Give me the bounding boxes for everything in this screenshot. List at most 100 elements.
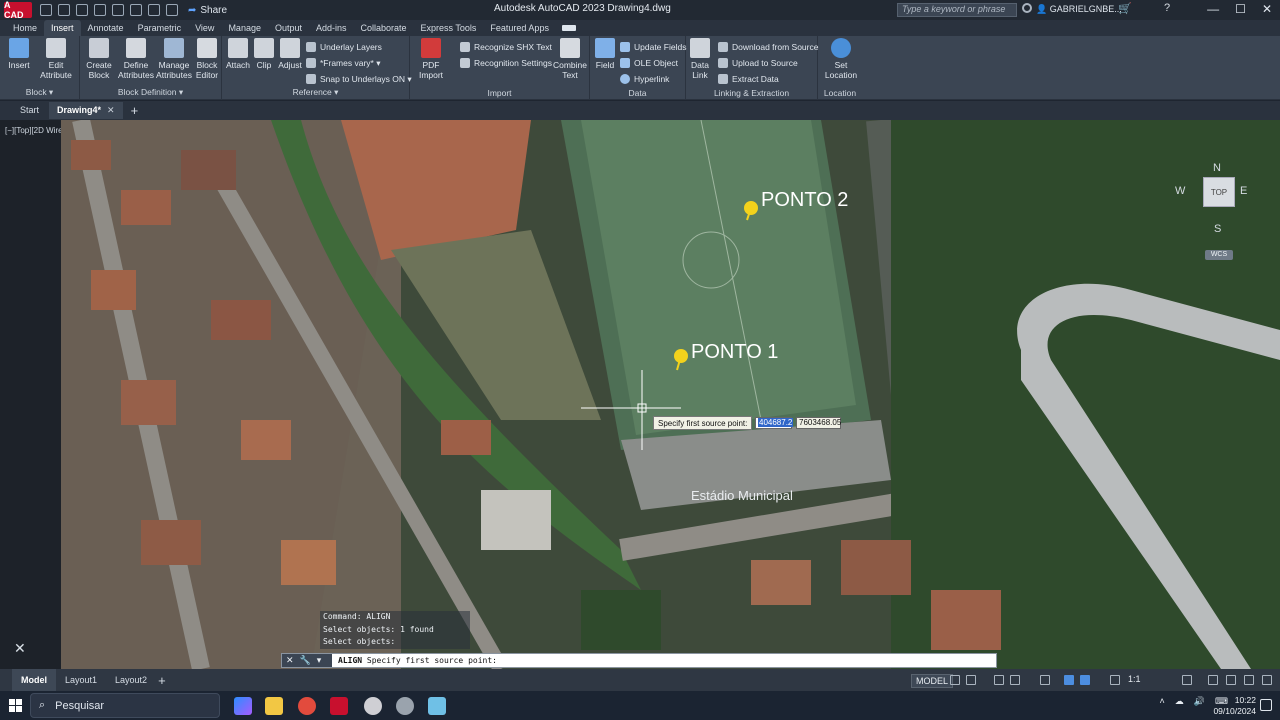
tab-parametric[interactable]: Parametric	[131, 20, 189, 36]
polar-icon[interactable]	[1010, 675, 1020, 685]
pdf-import-button[interactable]: PDF Import	[414, 38, 448, 80]
compass-east[interactable]: E	[1240, 185, 1247, 197]
plus-icon[interactable]	[1208, 675, 1218, 685]
close-command-icon[interactable]: ✕	[286, 655, 294, 666]
isodraft-icon[interactable]	[1040, 675, 1050, 685]
adjust-button[interactable]: Adjust	[276, 38, 304, 70]
compass-west[interactable]: W	[1175, 185, 1185, 197]
recognition-settings-button[interactable]: Recognition Settings	[460, 56, 552, 70]
grid-icon[interactable]	[950, 675, 960, 685]
close-button[interactable]: ✕	[1262, 2, 1272, 16]
cart-icon[interactable]: 🛒	[1118, 2, 1132, 15]
tab-manage[interactable]: Manage	[221, 20, 268, 36]
tab-express-tools[interactable]: Express Tools	[414, 20, 484, 36]
tab-output[interactable]: Output	[268, 20, 309, 36]
tab-featured-apps[interactable]: Featured Apps	[483, 20, 556, 36]
tab-home[interactable]: Home	[6, 20, 44, 36]
tab-insert[interactable]: Insert	[44, 20, 81, 36]
insert-button[interactable]: Insert	[2, 38, 36, 70]
annotation-visibility-icon[interactable]	[1110, 675, 1120, 685]
start-button[interactable]	[0, 691, 30, 720]
autocad-taskbar-icon[interactable]	[330, 697, 348, 715]
close-tab-icon[interactable]: ✕	[107, 105, 115, 115]
undo-icon[interactable]	[148, 4, 160, 16]
panel-label-block[interactable]: Block ▾	[0, 87, 79, 98]
edit-attribute-button[interactable]: Edit Attribute	[36, 38, 76, 80]
frames-vary-dropdown[interactable]: *Frames vary* ▾	[306, 56, 380, 70]
compass-south[interactable]: S	[1214, 223, 1221, 235]
close-panel-icon[interactable]: ✕	[14, 640, 26, 657]
drawing-area[interactable]: [−][Top][2D Wireframe] ✕ PONTO 2 PONTO 1…	[0, 120, 1280, 669]
search-input[interactable]: Type a keyword or phrase	[897, 3, 1017, 17]
network-icon[interactable]: ☁	[1175, 696, 1184, 707]
manage-attributes-button[interactable]: Manage Attributes	[156, 38, 192, 80]
object-snap-icon[interactable]	[1080, 675, 1090, 685]
volume-icon[interactable]: 🔊	[1194, 696, 1205, 707]
clean-screen-icon[interactable]	[1244, 675, 1254, 685]
panel-label-reference[interactable]: Reference ▾	[222, 87, 409, 98]
clip-button[interactable]: Clip	[252, 38, 276, 70]
upload-to-source-button[interactable]: Upload to Source	[718, 56, 798, 70]
hyperlink-button[interactable]: Hyperlink	[620, 72, 669, 86]
dynamic-input-x[interactable]: 404687.2	[755, 417, 794, 429]
data-link-button[interactable]: Data Link	[686, 38, 714, 80]
ortho-icon[interactable]	[994, 675, 1004, 685]
underlay-layers-button[interactable]: Underlay Layers	[306, 40, 382, 54]
annotation-scale[interactable]: 1:1	[1128, 674, 1141, 684]
snap-to-underlays-dropdown[interactable]: Snap to Underlays ON ▾	[306, 72, 412, 86]
dynamic-input-y[interactable]: 7603468.05	[796, 417, 841, 429]
system-clock[interactable]: 10:22 09/10/2024	[1213, 695, 1256, 717]
tab-add-ins[interactable]: Add-ins	[309, 20, 354, 36]
tab-collaborate[interactable]: Collaborate	[354, 20, 414, 36]
customization-icon[interactable]	[1262, 675, 1272, 685]
tab-view[interactable]: View	[188, 20, 221, 36]
model-space-button[interactable]: MODEL	[911, 674, 954, 688]
notifications-icon[interactable]	[1260, 699, 1272, 711]
hardware-acceleration-icon[interactable]	[1226, 675, 1236, 685]
wcs-menu[interactable]: WCS	[1205, 250, 1233, 260]
viewcube[interactable]: TOP	[1203, 177, 1235, 207]
tab-layout1[interactable]: Layout1	[56, 669, 106, 691]
tab-start[interactable]: Start	[12, 102, 47, 119]
app-icon-2[interactable]	[428, 697, 446, 715]
ole-object-button[interactable]: OLE Object	[620, 56, 678, 70]
maximize-button[interactable]: ☐	[1235, 2, 1246, 16]
open-icon[interactable]	[58, 4, 70, 16]
recognize-shx-button[interactable]: Recognize SHX Text	[460, 40, 552, 54]
file-explorer-icon[interactable]	[265, 697, 283, 715]
minimize-button[interactable]: —	[1207, 2, 1219, 16]
panel-label-block-definition[interactable]: Block Definition ▾	[80, 87, 221, 98]
field-button[interactable]: Field	[592, 38, 618, 70]
settings-icon[interactable]	[1182, 675, 1192, 685]
update-fields-button[interactable]: Update Fields	[620, 40, 686, 54]
chrome-icon[interactable]	[298, 697, 316, 715]
attach-button[interactable]: Attach	[224, 38, 252, 70]
search-icon[interactable]	[1022, 3, 1032, 13]
tab-model[interactable]: Model	[12, 669, 56, 691]
download-from-source-button[interactable]: Download from Source	[718, 40, 818, 54]
customize-icon[interactable]: 🔧	[300, 655, 311, 666]
block-editor-button[interactable]: Block Editor	[192, 38, 222, 80]
tray-chevron-icon[interactable]: ˄	[1160, 696, 1165, 707]
app-icon[interactable]	[396, 697, 414, 715]
create-block-button[interactable]: Create Block	[82, 38, 116, 80]
save-as-icon[interactable]	[94, 4, 106, 16]
ribbon-toggle-icon[interactable]	[561, 25, 576, 31]
share-button[interactable]: ➦ Share	[188, 5, 227, 16]
snap-mode-icon[interactable]	[966, 675, 976, 685]
save-icon[interactable]	[76, 4, 88, 16]
compass-north[interactable]: N	[1213, 162, 1221, 174]
recorder-icon[interactable]	[364, 697, 382, 715]
help-icon[interactable]: ?	[1164, 2, 1170, 14]
copilot-icon[interactable]	[234, 697, 252, 715]
autocad-app-icon[interactable]: A CAD	[4, 0, 32, 20]
user-account[interactable]: 👤 GABRIELGNBE...	[1036, 4, 1122, 15]
recent-commands-icon[interactable]: ▾	[317, 655, 322, 666]
tab-drawing4[interactable]: Drawing4* ✕	[49, 102, 123, 119]
taskbar-search[interactable]: ⌕ Pesquisar	[30, 693, 220, 718]
plot-icon[interactable]	[130, 4, 142, 16]
set-location-button[interactable]: Set Location	[822, 38, 860, 80]
object-snap-tracking-icon[interactable]	[1064, 675, 1074, 685]
define-attributes-button[interactable]: Define Attributes	[118, 38, 154, 80]
publish-icon[interactable]	[112, 4, 124, 16]
